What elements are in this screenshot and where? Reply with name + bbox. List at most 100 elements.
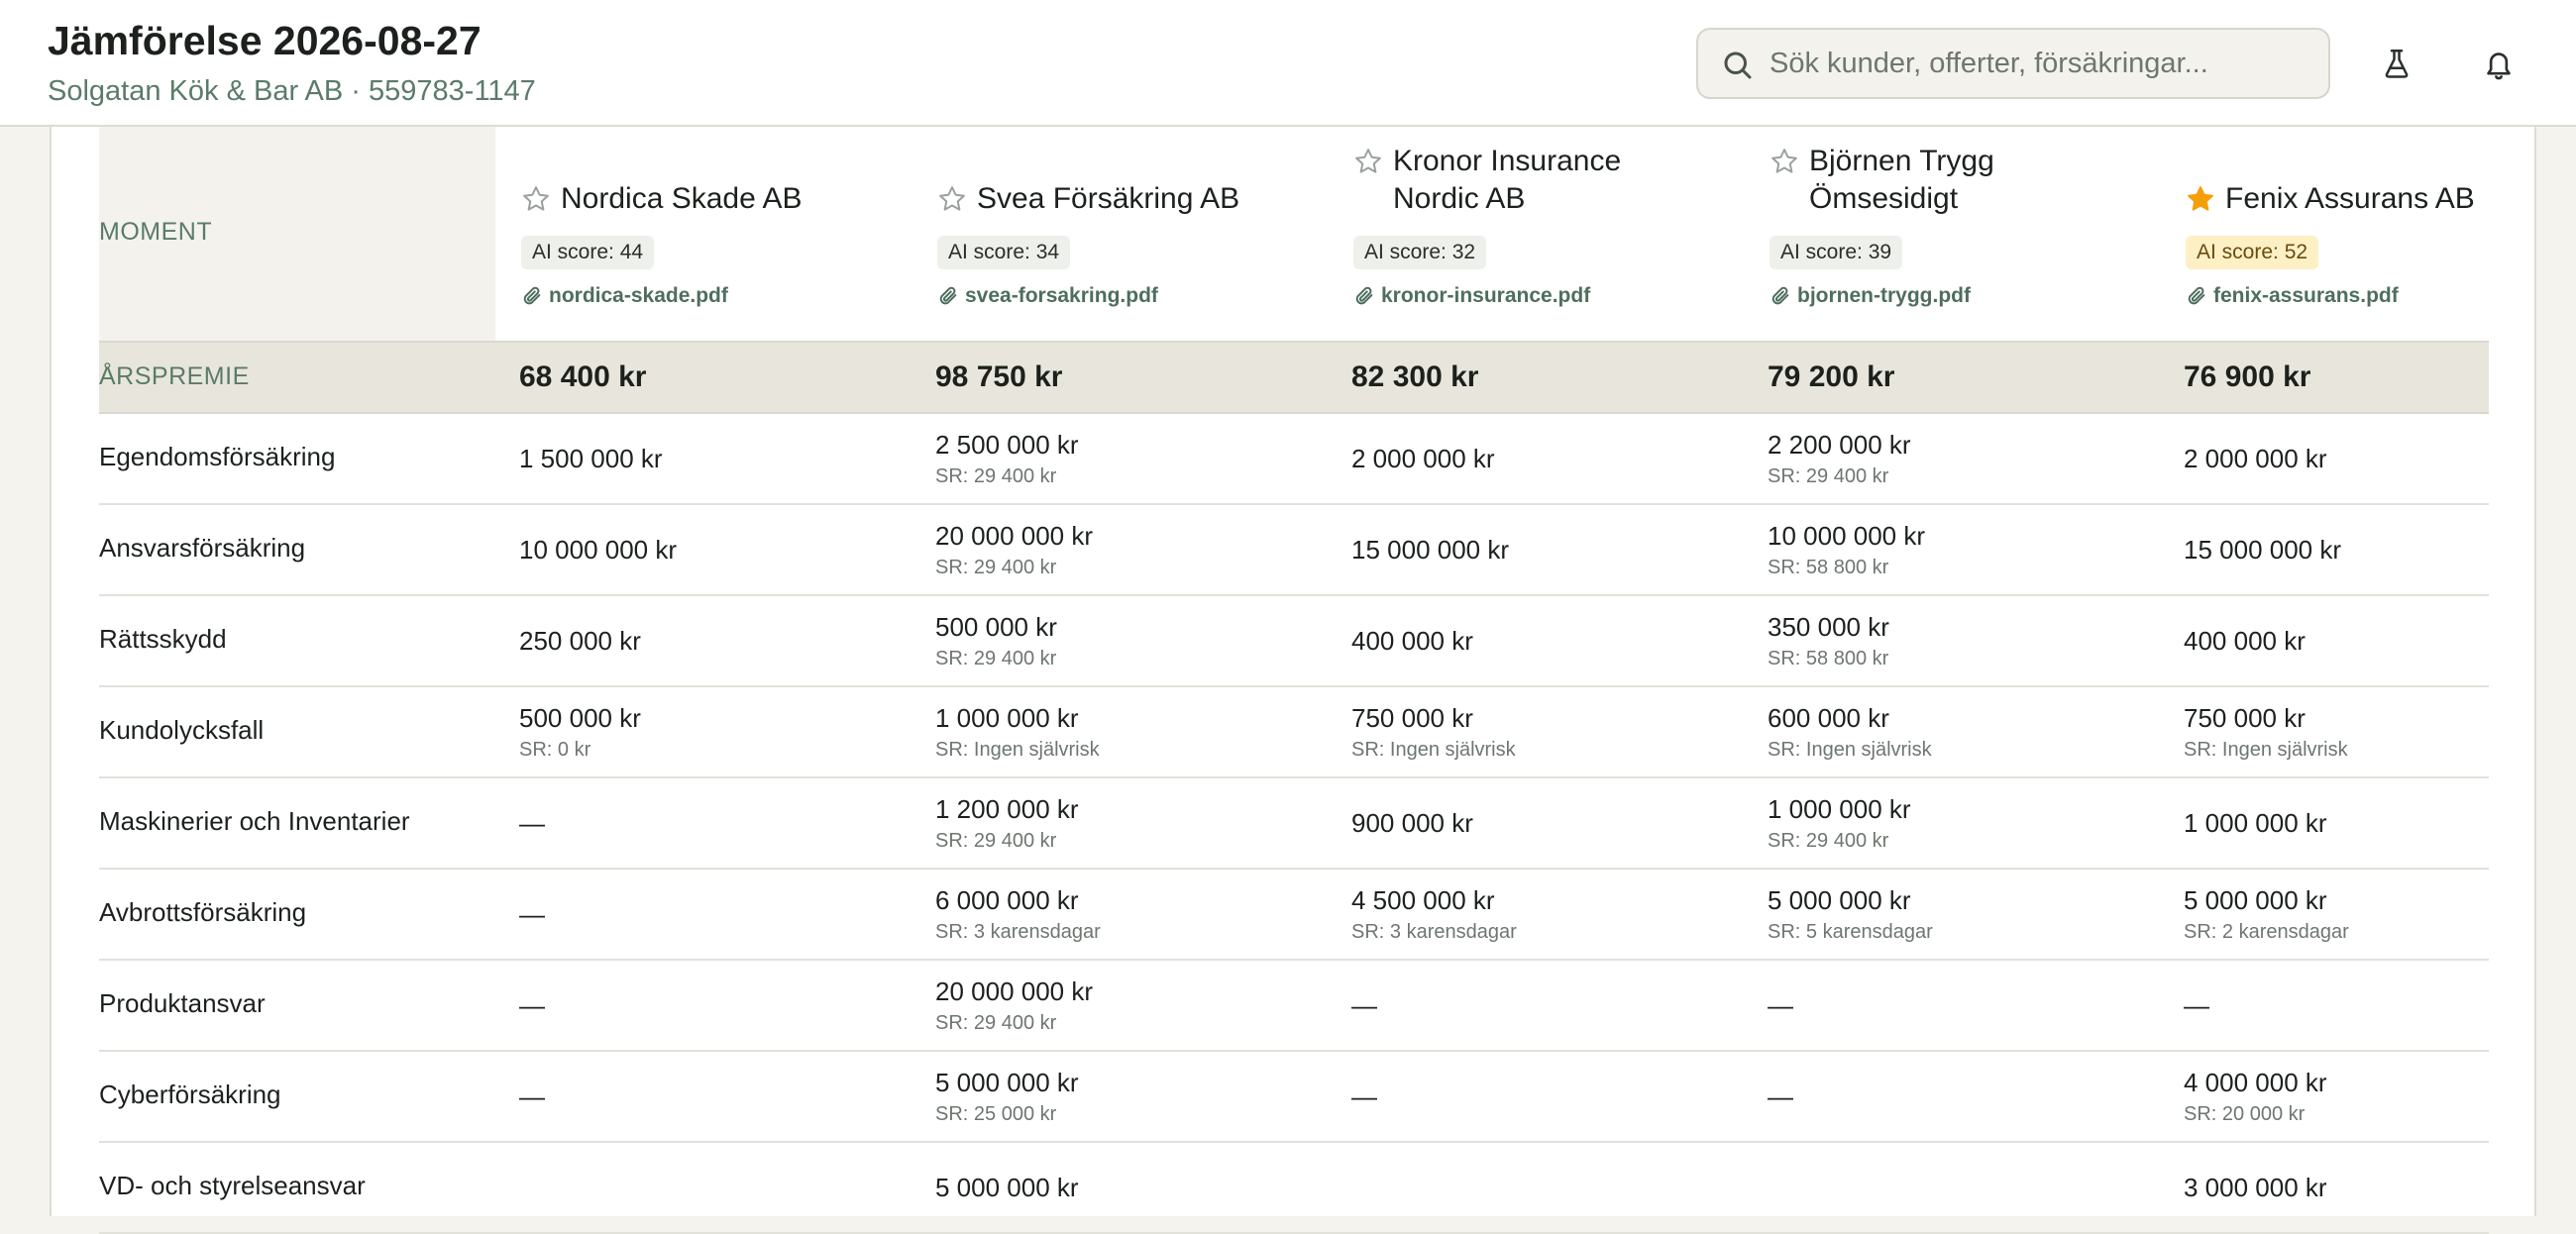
table-row: Maskinerier och Inventarier — 1 200 000 kr…: [99, 778, 2489, 870]
insurer-name-line: Ömsesidigt: [1809, 182, 1959, 215]
search-icon: [1724, 51, 1752, 79]
row-label: VD- och styrelseansvar: [99, 1171, 366, 1200]
bell-icon: [2487, 52, 2511, 80]
ai-score-badge: AI score: 39: [1770, 236, 1903, 269]
deductible-text: SR: 5 karensdagar: [1768, 921, 1933, 943]
table-row: Rättsskydd 250 000 kr 500 000 kr SR: 29 400…: [99, 596, 2489, 687]
deductible-text: SR: 29 400 kr: [935, 648, 1057, 669]
table-cell: 750 000 kr SR: Ingen självrisk: [1351, 687, 1758, 776]
table-cell: 2 000 000 kr: [2184, 414, 2576, 503]
search-input[interactable]: [1770, 30, 2314, 97]
deductible-text: SR: 0 kr: [519, 739, 591, 761]
coverage-amount: 2 200 000 kr: [1768, 430, 1911, 460]
row-label: Avbrottsförsäkring: [99, 897, 307, 927]
deductible-text: SR: 29 400 kr: [935, 465, 1057, 487]
table-cell: —: [519, 1052, 925, 1141]
coverage-amount: 350 000 kr: [1768, 612, 1889, 642]
table-cell: 750 000 kr SR: Ingen självrisk: [2184, 687, 2576, 776]
deductible-text: SR: Ingen självrisk: [2184, 739, 2348, 761]
star-icon[interactable]: [937, 184, 967, 214]
deductible-text: SR: 58 800 kr: [1768, 648, 1889, 669]
premium-value: 79 200 kr: [1768, 360, 1895, 393]
table-row: Produktansvar — 20 000 000 kr SR: 29 400 kr…: [99, 961, 2489, 1052]
deductible-text: SR: 25 000 kr: [935, 1103, 1057, 1125]
insurer-name: Fenix Assurans AB: [2225, 180, 2475, 218]
star-icon[interactable]: [521, 184, 551, 214]
deductible-text: SR: 29 400 kr: [935, 830, 1057, 852]
paperclip-icon: [939, 286, 957, 305]
deductible-text: SR: 29 400 kr: [935, 1012, 1057, 1034]
deductible-text: SR: Ingen självrisk: [1768, 739, 1932, 761]
paperclip-icon: [1771, 286, 1789, 305]
coverage-amount: 1 200 000 kr: [935, 794, 1079, 824]
table-row: VD- och styrelseansvar 5 000 000 kr 3 000 …: [99, 1143, 2489, 1234]
table-cell: 20 000 000 kr SR: 29 400 kr: [935, 961, 1342, 1050]
lab-button[interactable]: [2372, 40, 2421, 89]
table-cell: —: [2184, 961, 2576, 1050]
coverage-amount: 250 000 kr: [519, 626, 641, 656]
insurer-name-line: Fenix Assurans AB: [2225, 182, 2475, 215]
coverage-amount: 6 000 000 kr: [935, 885, 1079, 915]
table-cell: 900 000 kr: [1351, 778, 1758, 868]
coverage-amount: 600 000 kr: [1768, 703, 1889, 733]
notifications-button[interactable]: [2474, 40, 2523, 89]
table-cell: —: [519, 778, 925, 868]
coverage-amount: 5 000 000 kr: [2184, 885, 2327, 915]
table-cell: 2 500 000 kr SR: 29 400 kr: [935, 414, 1342, 503]
table-cell: [1351, 1143, 1758, 1232]
table-row: Avbrottsförsäkring — 6 000 000 kr SR: 3 kar…: [99, 870, 2489, 961]
table-cell: 1 000 000 kr SR: 29 400 kr: [1768, 778, 2174, 868]
coverage-amount: —: [1768, 1081, 1793, 1111]
insurer-name: Nordica Skade AB: [561, 180, 802, 218]
table-cell: [519, 1143, 925, 1232]
premium-value: 82 300 kr: [1351, 360, 1479, 393]
row-label: Produktansvar: [99, 988, 266, 1018]
premium-value: 68 400 kr: [519, 360, 647, 393]
row-label: Ansvarsförsäkring: [99, 533, 306, 563]
coverage-amount: 5 000 000 kr: [935, 1068, 1079, 1097]
coverage-amount: 20 000 000 kr: [935, 977, 1094, 1006]
table-cell: 500 000 kr SR: 29 400 kr: [935, 596, 1342, 685]
page-title: Jämförelse 2026-08-27: [48, 18, 482, 63]
coverage-amount: 15 000 000 kr: [2184, 535, 2342, 565]
star-icon[interactable]: [2186, 184, 2215, 214]
insurer-name: Kronor Insurance Nordic AB: [1393, 143, 1621, 218]
page-subtitle: Solgatan Kök & Bar AB · 559783-1147: [48, 75, 536, 107]
table-cell: 10 000 000 kr SR: 58 800 kr: [1768, 505, 2174, 594]
coverage-amount: —: [1351, 990, 1377, 1020]
row-label: Rättsskydd: [99, 624, 227, 654]
insurer-header: Svea Försäkring AB AI score: 34 svea-forsa…: [937, 127, 1353, 341]
coverage-amount: 1 500 000 kr: [519, 444, 663, 473]
table-cell: 3 000 000 kr: [2184, 1143, 2576, 1232]
pdf-filename: kronor-insurance.pdf: [1381, 284, 1591, 307]
premium-row: ÅRSPREMIE 68 400 kr 98 750 kr 82 300 kr …: [99, 341, 2489, 414]
row-label: Maskinerier och Inventarier: [99, 806, 410, 836]
coverage-amount: —: [1351, 1081, 1377, 1111]
table-cell: —: [519, 870, 925, 959]
coverage-amount: 4 000 000 kr: [2184, 1068, 2327, 1097]
insurer-name-line: Björnen Trygg: [1809, 145, 1994, 177]
insurer-name: Björnen Trygg Ömsesidigt: [1809, 143, 1994, 218]
coverage-amount: —: [2184, 990, 2209, 1020]
coverage-amount: 1 000 000 kr: [935, 703, 1079, 733]
table-cell: 1 200 000 kr SR: 29 400 kr: [935, 778, 1342, 868]
table-cell: 4 000 000 kr SR: 20 000 kr: [2184, 1052, 2576, 1141]
coverage-amount: 4 500 000 kr: [1351, 885, 1495, 915]
search-box[interactable]: [1696, 28, 2330, 99]
premium-value: 76 900 kr: [2184, 360, 2311, 393]
insurer-header: Fenix Assurans AB AI score: 52 fenix-assur…: [2186, 127, 2576, 341]
coverage-amount: —: [519, 990, 545, 1020]
table-cell: 500 000 kr SR: 0 kr: [519, 687, 925, 776]
star-icon[interactable]: [1770, 147, 1799, 176]
premium-value: 98 750 kr: [935, 360, 1063, 393]
flask-icon: [2385, 50, 2409, 78]
table-cell: 1 000 000 kr: [2184, 778, 2576, 868]
coverage-amount: —: [519, 1081, 545, 1111]
table-cell: 400 000 kr: [1351, 596, 1758, 685]
insurer-name-line: Nordic AB: [1393, 182, 1526, 215]
table-cell: —: [1351, 961, 1758, 1050]
star-icon[interactable]: [1353, 147, 1383, 176]
table-cell: 5 000 000 kr SR: 25 000 kr: [935, 1052, 1342, 1141]
paperclip-icon: [523, 286, 541, 305]
table-cell: 2 000 000 kr: [1351, 414, 1758, 503]
